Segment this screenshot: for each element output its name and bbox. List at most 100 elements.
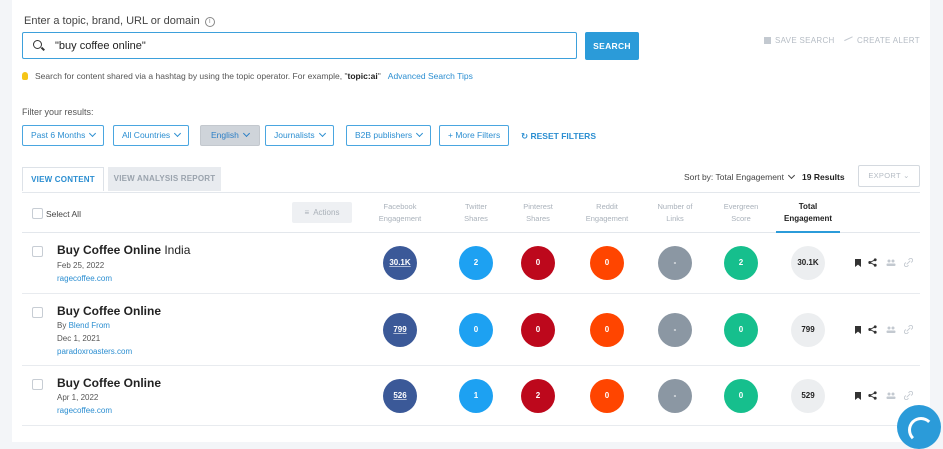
- actions-button[interactable]: ≡ Actions: [292, 202, 352, 223]
- filter-country-label: All Countries: [122, 130, 171, 140]
- number-of-links[interactable]: -: [658, 246, 692, 280]
- more-filters-button[interactable]: + More Filters: [439, 125, 510, 146]
- reddit-engagement[interactable]: 0: [590, 313, 624, 347]
- influencers-icon[interactable]: [886, 392, 896, 399]
- bookmark-icon[interactable]: [855, 326, 861, 334]
- share-icon[interactable]: [868, 391, 877, 400]
- column-line: Reddit: [596, 202, 618, 211]
- article-date: Apr 1, 2022: [57, 393, 99, 402]
- row-checkbox[interactable]: [32, 246, 43, 257]
- filter-date-range[interactable]: Past 6 Months: [22, 125, 105, 146]
- column-pinterest-shares[interactable]: Pinterest Shares: [508, 201, 568, 225]
- export-label: EXPORT: [868, 171, 901, 180]
- info-icon[interactable]: i: [204, 17, 215, 27]
- chevron-down-icon: [89, 129, 97, 138]
- create-alert-button[interactable]: CREATE ALERT: [844, 36, 920, 46]
- evergreen-score[interactable]: 0: [724, 379, 758, 413]
- column-line: Engagement: [585, 214, 629, 223]
- save-search-button[interactable]: SAVE SEARCH: [764, 36, 835, 45]
- reset-filters-button[interactable]: ↻ RESET FILTERS: [521, 131, 596, 142]
- total-engagement: 799: [791, 313, 825, 347]
- number-of-links[interactable]: -: [658, 379, 692, 413]
- chevron-down-icon: [242, 129, 250, 138]
- search-label: Enter a topic, brand, URL or domain i: [24, 15, 215, 27]
- evergreen-score[interactable]: 0: [724, 313, 758, 347]
- chevron-down-icon: [416, 129, 424, 138]
- column-reddit-engagement[interactable]: Reddit Engagement: [577, 201, 637, 225]
- article-title[interactable]: Buy Coffee Online: [57, 376, 161, 390]
- save-icon: [764, 37, 771, 44]
- table-row: Buy Coffee Online By Blend From Dec 1, 2…: [22, 294, 920, 366]
- column-twitter-shares[interactable]: Twitter Shares: [446, 201, 506, 225]
- reddit-engagement[interactable]: 0: [590, 246, 624, 280]
- sort-control[interactable]: Sort by: Total Engagement 19 Results: [684, 171, 845, 182]
- link-icon[interactable]: [904, 391, 913, 400]
- column-number-of-links[interactable]: Number of Links: [645, 201, 705, 225]
- pinterest-shares[interactable]: 0: [521, 246, 555, 280]
- bookmark-icon[interactable]: [855, 392, 861, 400]
- article-byline: By Blend From: [57, 321, 110, 330]
- author-link[interactable]: Blend From: [69, 321, 110, 330]
- lightbulb-icon: [22, 72, 28, 80]
- share-icon[interactable]: [868, 325, 877, 334]
- facebook-engagement[interactable]: 799: [383, 313, 417, 347]
- column-line: Total: [798, 202, 818, 211]
- column-evergreen-score[interactable]: Evergreen Score: [711, 201, 771, 225]
- link-icon[interactable]: [904, 258, 913, 267]
- row-checkbox[interactable]: [32, 307, 43, 318]
- article-domain[interactable]: ragecoffee.com: [57, 274, 112, 283]
- search-input[interactable]: "buy coffee online": [22, 32, 577, 59]
- search-tip: Search for content shared via a hashtag …: [22, 71, 473, 81]
- facebook-engagement[interactable]: 526: [383, 379, 417, 413]
- twitter-shares[interactable]: 2: [459, 246, 493, 280]
- influencers-icon[interactable]: [886, 259, 896, 266]
- filter-language[interactable]: English: [200, 125, 260, 146]
- export-button[interactable]: EXPORT ⌄: [858, 165, 920, 187]
- table-row: Buy Coffee Online Apr 1, 2022 ragecoffee…: [22, 366, 920, 426]
- search-button[interactable]: SEARCH: [585, 32, 639, 60]
- article-date: Feb 25, 2022: [57, 261, 105, 270]
- advanced-search-tips-link[interactable]: Advanced Search Tips: [388, 71, 473, 81]
- number-of-links[interactable]: -: [658, 313, 692, 347]
- pinterest-shares[interactable]: 0: [521, 313, 555, 347]
- column-line: Links: [666, 214, 684, 223]
- article-title-bold: Buy Coffee Online: [57, 304, 162, 318]
- facebook-engagement[interactable]: 30.1K: [383, 246, 417, 280]
- create-alert-label: CREATE ALERT: [857, 36, 920, 45]
- column-facebook-engagement[interactable]: Facebook Engagement: [370, 201, 430, 225]
- chat-launcher-button[interactable]: [897, 405, 941, 449]
- select-all-checkbox[interactable]: [32, 208, 43, 219]
- influencers-icon[interactable]: [886, 326, 896, 333]
- pinterest-shares[interactable]: 2: [521, 379, 555, 413]
- article-title[interactable]: Buy Coffee Online: [57, 304, 161, 318]
- filter-journalists[interactable]: Journalists: [265, 125, 334, 146]
- reddit-engagement[interactable]: 0: [590, 379, 624, 413]
- evergreen-score[interactable]: 2: [724, 246, 758, 280]
- article-domain[interactable]: ragecoffee.com: [57, 406, 112, 415]
- actions-icon: ≡: [304, 208, 310, 217]
- column-line: Shares: [464, 214, 488, 223]
- twitter-shares[interactable]: 0: [459, 313, 493, 347]
- search-query[interactable]: "buy coffee online": [55, 40, 146, 52]
- filter-b2b-publishers[interactable]: B2B publishers: [346, 125, 432, 146]
- article-title[interactable]: Buy Coffee Online India: [57, 243, 190, 257]
- filter-date-range-label: Past 6 Months: [31, 130, 86, 140]
- tab-view-analysis-report[interactable]: VIEW ANALYSIS REPORT: [108, 167, 221, 191]
- total-engagement: 30.1K: [791, 246, 825, 280]
- bookmark-icon[interactable]: [855, 259, 861, 267]
- link-icon[interactable]: [904, 325, 913, 334]
- column-total-engagement[interactable]: Total Engagement: [776, 201, 840, 233]
- share-icon[interactable]: [868, 258, 877, 267]
- column-line: Twitter: [464, 202, 488, 211]
- table-header: Select All ≡ Actions Facebook Engagement …: [22, 192, 920, 233]
- article-domain[interactable]: paradoxroasters.com: [57, 347, 132, 356]
- select-all-label: Select All: [46, 209, 81, 219]
- table-row: Buy Coffee Online India Feb 25, 2022 rag…: [22, 233, 920, 294]
- trend-icon: [844, 36, 855, 46]
- chevron-down-icon: [174, 129, 182, 138]
- twitter-shares[interactable]: 1: [459, 379, 493, 413]
- tab-view-content[interactable]: VIEW CONTENT: [22, 167, 104, 191]
- row-checkbox[interactable]: [32, 379, 43, 390]
- filter-country[interactable]: All Countries: [113, 125, 190, 146]
- article-title-bold: Buy Coffee Online: [57, 243, 162, 257]
